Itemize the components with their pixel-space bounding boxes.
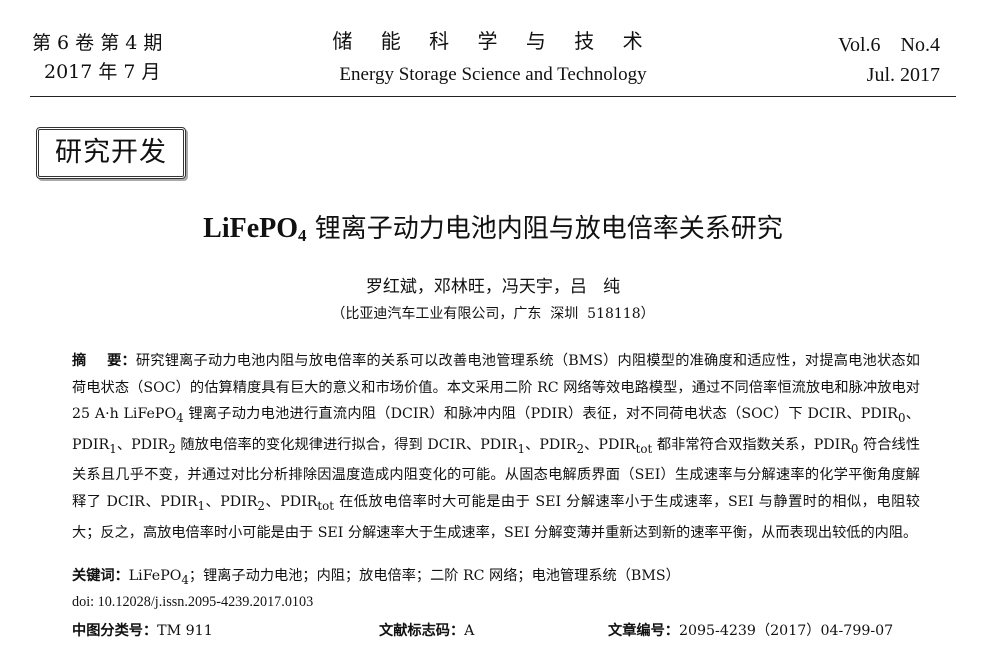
abstract-subscript: tot xyxy=(317,499,335,513)
abstract-subscript: tot xyxy=(635,441,653,456)
keywords-text: ；锂离子动力电池；内阻；放电倍率；二阶 RC 网络；电池管理系统（BMS） xyxy=(188,568,680,584)
header-rule xyxy=(30,96,956,97)
abstract-subscript: 1 xyxy=(109,441,117,456)
title-formula: LiFePO xyxy=(203,213,299,244)
document-code-label: 文献标志码： xyxy=(379,623,465,639)
abstract-subscript: 4 xyxy=(176,411,184,426)
abstract-subscript: 0 xyxy=(898,411,906,426)
article-number: 文章编号：2095-4239（2017）04-799-07 xyxy=(608,620,893,640)
abstract-text: 、PDIR xyxy=(525,436,577,453)
abstract: 摘 要：研究锂离子动力电池内阻与放电倍率的关系可以改善电池管理系统（BMS）内阻… xyxy=(72,348,920,546)
journal-name-en: Energy Storage Science and Technology xyxy=(339,64,647,85)
title-subscript: 4 xyxy=(298,226,307,245)
document-code: 文献标志码：A xyxy=(379,620,474,640)
clc-number: 中图分类号：TM 911 xyxy=(72,620,213,640)
section-badge: 研究开发 xyxy=(36,127,186,179)
keywords-subscript: 4 xyxy=(181,572,189,587)
title-text: 锂离子动力电池内阻与放电倍率关系研究 xyxy=(306,214,783,244)
abstract-subscript: 1 xyxy=(517,441,525,456)
paper-title: LiFePO4 锂离子动力电池内阻与放电倍率关系研究 xyxy=(0,208,986,246)
keywords-text: LiFePO xyxy=(128,568,182,584)
authors: 罗红斌，邓林旺，冯天宇，吕 纯 xyxy=(365,277,621,297)
volume-issue-en: Vol.6 No.4 xyxy=(838,34,940,56)
abstract-subscript: 2 xyxy=(576,441,585,456)
abstract-text: 都非常符合双指数关系，PDIR xyxy=(652,436,851,453)
doi: doi: 10.12028/j.issn.2095-4239.2017.0103 xyxy=(72,594,314,610)
abstract-text: 、PDIR xyxy=(584,436,636,453)
keywords: 关键词：LiFePO4；锂离子动力电池；内阻；放电倍率；二阶 RC 网络；电池管… xyxy=(72,563,680,593)
document-code-value: A xyxy=(464,623,475,639)
abstract-subscript: 1 xyxy=(197,499,205,513)
publication-date-en: Jul. 2017 xyxy=(866,64,940,86)
abstract-text: 、PDIR xyxy=(204,494,258,511)
abstract-text: 、PDIR xyxy=(116,436,169,453)
article-number-label: 文章编号： xyxy=(608,623,679,639)
clc-value: TM 911 xyxy=(157,623,213,639)
abstract-text: 锂离子动力电池进行直流内阻（DCIR）和脉冲内阻（PDIR）表征，对不同荷电状态… xyxy=(183,406,898,423)
abstract-text: 随放电倍率的变化规律进行拟合，得到 DCIR、PDIR xyxy=(175,436,518,453)
clc-label: 中图分类号： xyxy=(72,623,158,639)
affiliation: （比亚迪汽车工业有限公司，广东 深圳 518118） xyxy=(331,306,655,322)
keywords-label: 关键词： xyxy=(72,568,129,584)
abstract-text: 、PDIR xyxy=(264,494,318,511)
article-number-value: 2095-4239（2017）04-799-07 xyxy=(678,623,894,639)
abstract-label: 摘 要： xyxy=(72,353,136,369)
abstract-subscript: 2 xyxy=(257,499,265,513)
abstract-subscript: 2 xyxy=(168,441,176,456)
